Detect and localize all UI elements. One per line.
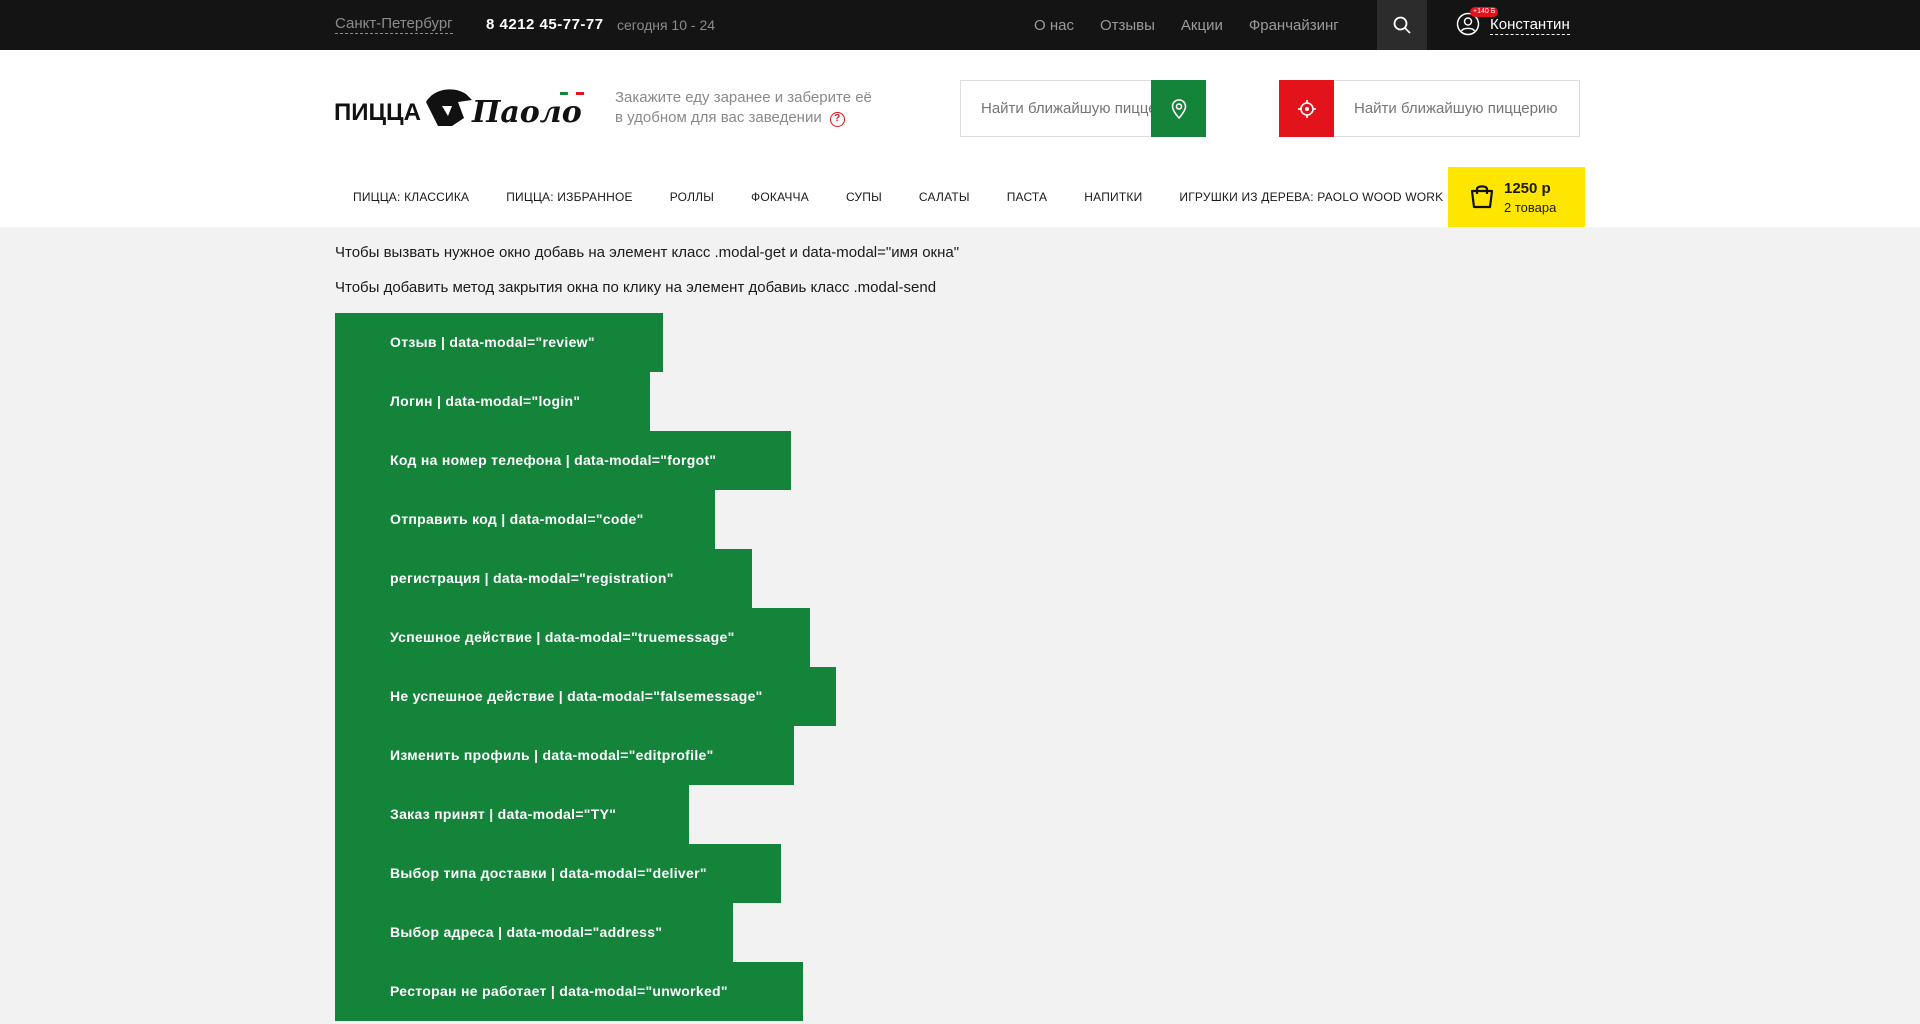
- modal-button-address[interactable]: Выбор адреса | data-modal="address": [335, 903, 733, 962]
- cart-button[interactable]: 1250 р 2 товара: [1448, 167, 1585, 227]
- cart-sum: 1250 р: [1504, 180, 1551, 197]
- map-pin-button[interactable]: [1151, 80, 1206, 137]
- search-icon: [1393, 16, 1411, 34]
- tagline-line1: Закажите еду заранее и заберите её: [615, 89, 872, 106]
- instruction-text-1: Чтобы вызвать нужное окно добавь на элем…: [335, 244, 960, 261]
- logo-text-script: Паоло: [471, 95, 582, 130]
- modal-button-falsemessage[interactable]: Не успешное действие | data-modal="false…: [335, 667, 836, 726]
- top-link-franchise[interactable]: Франчайзинг: [1249, 17, 1339, 34]
- top-search-button[interactable]: [1377, 0, 1427, 50]
- nav-item-pasta[interactable]: Паста: [1007, 190, 1048, 204]
- working-hours: сегодня 10 - 24: [617, 17, 716, 33]
- nearest-pizzeria-box: [1279, 80, 1580, 137]
- modal-button-list: Отзыв | data-modal="review" Логин | data…: [335, 313, 836, 1021]
- user-name-link[interactable]: Константин: [1490, 16, 1570, 35]
- nav-item-rolls[interactable]: Роллы: [670, 190, 714, 204]
- modal-button-unworked[interactable]: Ресторан не работает | data-modal="unwor…: [335, 962, 803, 1021]
- modal-button-editprofile[interactable]: Изменить профиль | data-modal="editprofi…: [335, 726, 794, 785]
- map-pin-icon: [1171, 98, 1186, 119]
- city-selector[interactable]: Санкт-Петербург: [335, 15, 453, 34]
- nav-item-wood-toys[interactable]: Игрушки из дерева: Paolo Wood Work: [1179, 190, 1443, 204]
- logo-text-word: ПИЦЦА: [334, 99, 421, 126]
- modal-button-code[interactable]: Отправить код | data-modal="code": [335, 490, 715, 549]
- header-tagline: Закажите еду заранее и заберите её в удо…: [615, 88, 905, 128]
- nav-item-focaccia[interactable]: Фокачча: [751, 190, 809, 204]
- top-link-promos[interactable]: Акции: [1181, 17, 1223, 34]
- modal-button-deliver[interactable]: Выбор типа доставки | data-modal="delive…: [335, 844, 781, 903]
- shopping-bag-icon: [1470, 185, 1494, 209]
- top-bar: Санкт-Петербург 8 4212 45-77-77 сегодня …: [0, 0, 1920, 50]
- modal-button-login[interactable]: Логин | data-modal="login": [335, 372, 650, 431]
- modal-button-truemessage[interactable]: Успешное действие | data-modal="truemess…: [335, 608, 810, 667]
- nav-item-pizza-classic[interactable]: Пицца: Классика: [353, 190, 469, 204]
- crosshair-icon: [1297, 99, 1316, 118]
- top-link-reviews[interactable]: Отзывы: [1100, 17, 1155, 34]
- header: ПИЦЦА Паоло Закажите еду заранее и забер…: [0, 50, 1920, 227]
- phone-number[interactable]: 8 4212 45-77-77: [486, 16, 604, 33]
- tagline-line2: в удобном для вас заведении: [615, 109, 822, 126]
- modal-button-ty[interactable]: Заказ принят | data-modal="TY": [335, 785, 689, 844]
- main-nav: Пицца: Классика Пицца: Избранное Роллы Ф…: [353, 190, 1480, 204]
- pizza-paolo-logo[interactable]: ПИЦЦА Паоло: [334, 82, 586, 136]
- nav-item-soups[interactable]: Супы: [846, 190, 882, 204]
- modal-button-registration[interactable]: регистрация | data-modal="registration": [335, 549, 752, 608]
- top-links: О нас Отзывы Акции Франчайзинг: [1034, 17, 1365, 34]
- modal-button-review[interactable]: Отзыв | data-modal="review": [335, 313, 663, 372]
- nav-item-drinks[interactable]: Напитки: [1084, 190, 1142, 204]
- top-link-about[interactable]: О нас: [1034, 17, 1074, 34]
- instruction-text-2: Чтобы добавить метод закрытия окна по кл…: [335, 279, 937, 296]
- pizzeria-search-box: [960, 80, 1206, 137]
- help-icon[interactable]: ?: [829, 112, 845, 127]
- locate-me-button[interactable]: [1279, 80, 1334, 137]
- modal-button-forgot[interactable]: Код на номер телефона | data-modal="forg…: [335, 431, 791, 490]
- cart-count: 2 товара: [1504, 200, 1557, 215]
- nav-item-pizza-favorites[interactable]: Пицца: Избранное: [506, 190, 633, 204]
- nav-item-salads[interactable]: Салаты: [919, 190, 970, 204]
